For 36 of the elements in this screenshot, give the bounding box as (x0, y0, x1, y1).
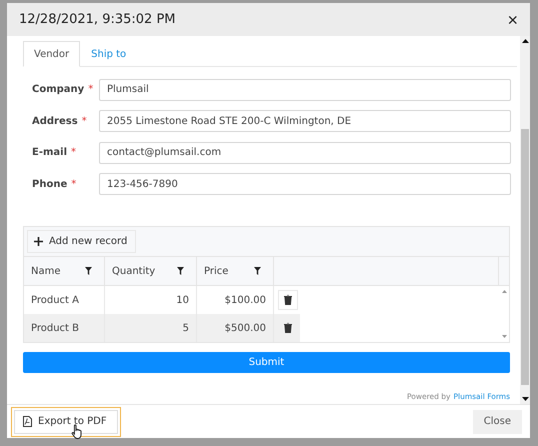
table-cell: $500.00 (197, 314, 274, 342)
close-button[interactable]: Close (472, 410, 522, 434)
dialog-title: 12/28/2021, 9:35:02 PM (19, 12, 176, 27)
filter-icon[interactable] (254, 267, 261, 275)
field-label: Address (32, 116, 78, 127)
filter-icon[interactable] (177, 267, 184, 275)
input-field[interactable]: Plumsail (99, 78, 511, 101)
tab[interactable]: Vendor (23, 41, 80, 67)
field-label: E-mail (32, 147, 68, 158)
column-header[interactable]: Quantity (112, 266, 156, 276)
required-mark: * (71, 147, 76, 158)
required-mark: * (82, 116, 87, 127)
delete-button[interactable] (278, 290, 298, 310)
input-field[interactable]: contact@plumsail.com (99, 142, 511, 164)
trash-icon (284, 295, 292, 305)
scroll-down-icon[interactable] (522, 397, 528, 401)
input-field[interactable]: 123-456-7890 (99, 173, 511, 196)
plus-icon (34, 237, 43, 246)
table-cell: Product B (24, 314, 105, 342)
export-pdf-button[interactable]: Export to PDF (14, 410, 118, 434)
table-row[interactable]: Product B 5 $500.00 (24, 314, 300, 342)
field-label: Company (32, 84, 84, 96)
required-mark: * (71, 178, 76, 190)
scroll-up-icon[interactable] (522, 39, 528, 43)
column-header[interactable]: Name (31, 266, 61, 276)
document-icon (23, 416, 32, 427)
add-record-button[interactable]: Add new record (27, 230, 136, 253)
trash-icon (284, 323, 292, 333)
input-field[interactable]: 2055 Limestone Road STE 200-C Wilmington, DE (99, 110, 511, 132)
column-header[interactable]: Price (204, 266, 228, 276)
tab[interactable]: Ship to (80, 41, 138, 67)
required-mark: * (88, 84, 94, 96)
field-label: Phone (32, 178, 68, 190)
scrollbar[interactable] (520, 36, 530, 404)
table-cell: 5 (105, 314, 197, 342)
filter-icon[interactable] (85, 267, 92, 275)
